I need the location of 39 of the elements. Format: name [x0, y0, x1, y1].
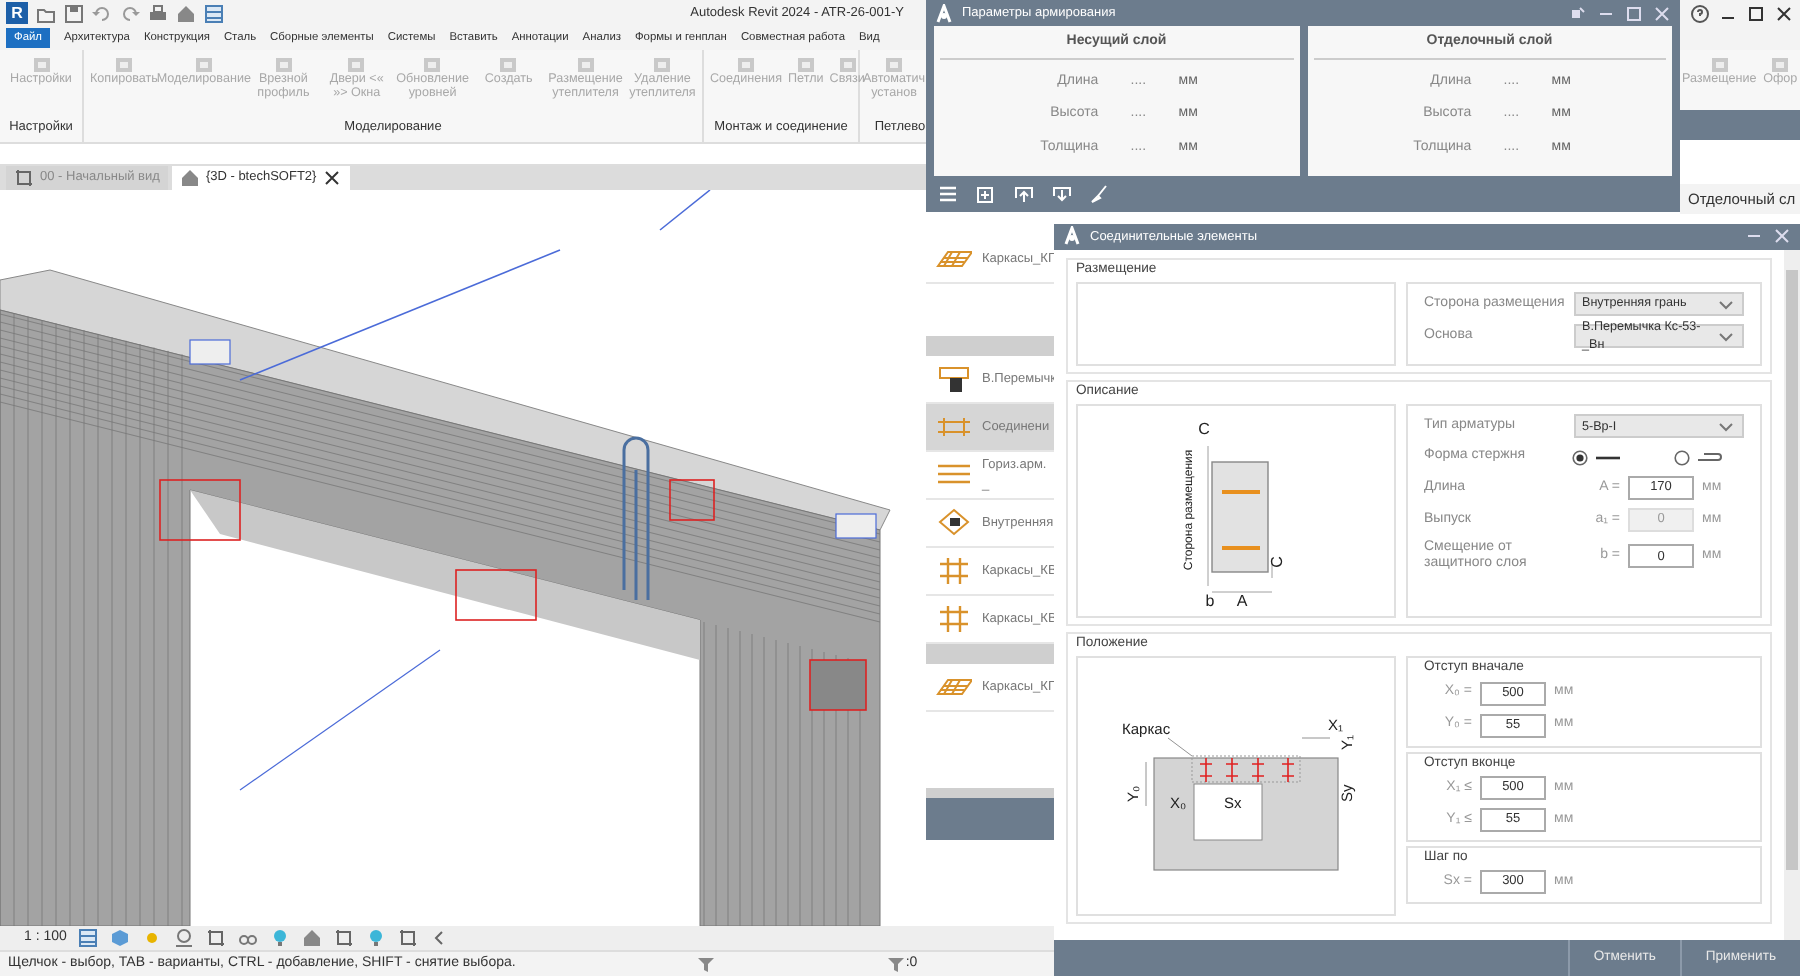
filter-icon[interactable]: [885, 954, 906, 974]
diamond-icon: [936, 508, 972, 538]
maximize-icon[interactable]: [1746, 3, 1766, 23]
bulb-icon[interactable]: [270, 928, 291, 948]
close-icon[interactable]: [322, 168, 343, 188]
radio-button[interactable]: [1572, 449, 1588, 466]
menu-icon[interactable]: [938, 184, 958, 204]
save-icon[interactable]: [64, 3, 84, 23]
close-icon[interactable]: [1774, 3, 1794, 23]
help-icon[interactable]: [1690, 3, 1710, 23]
pin-icon[interactable]: [1568, 3, 1588, 23]
undo-icon[interactable]: [92, 3, 112, 23]
radio-button[interactable]: [1674, 449, 1690, 466]
hooked-bar-icon: [1696, 449, 1724, 466]
view-icon: [14, 168, 34, 188]
crop-icon[interactable]: [398, 928, 419, 948]
lintel-icon: [936, 364, 972, 394]
print-icon[interactable]: [148, 3, 168, 23]
upload-icon[interactable]: [1014, 184, 1034, 204]
view-icon[interactable]: [78, 928, 99, 948]
ladder-icon: [936, 412, 972, 442]
open-icon[interactable]: [36, 3, 56, 23]
app-logo[interactable]: R: [6, 2, 28, 24]
crop-icon[interactable]: [206, 928, 227, 948]
filter-icon[interactable]: [695, 954, 716, 974]
scrollbar-thumb[interactable]: [1786, 269, 1798, 870]
shadow-icon[interactable]: [174, 928, 195, 948]
redo-icon[interactable]: [120, 3, 140, 23]
add-icon[interactable]: [976, 184, 996, 204]
grid-icon: [936, 556, 972, 586]
brush-icon[interactable]: [1090, 184, 1110, 204]
group-header-bar: [926, 644, 1054, 664]
group-header-bar: [926, 336, 1054, 356]
crop-icon[interactable]: [334, 928, 355, 948]
grid-icon[interactable]: [204, 3, 224, 23]
grid-icon: [936, 604, 972, 634]
download-icon[interactable]: [1052, 184, 1072, 204]
sun-icon[interactable]: [142, 928, 163, 948]
bulb-icon[interactable]: [366, 928, 387, 948]
